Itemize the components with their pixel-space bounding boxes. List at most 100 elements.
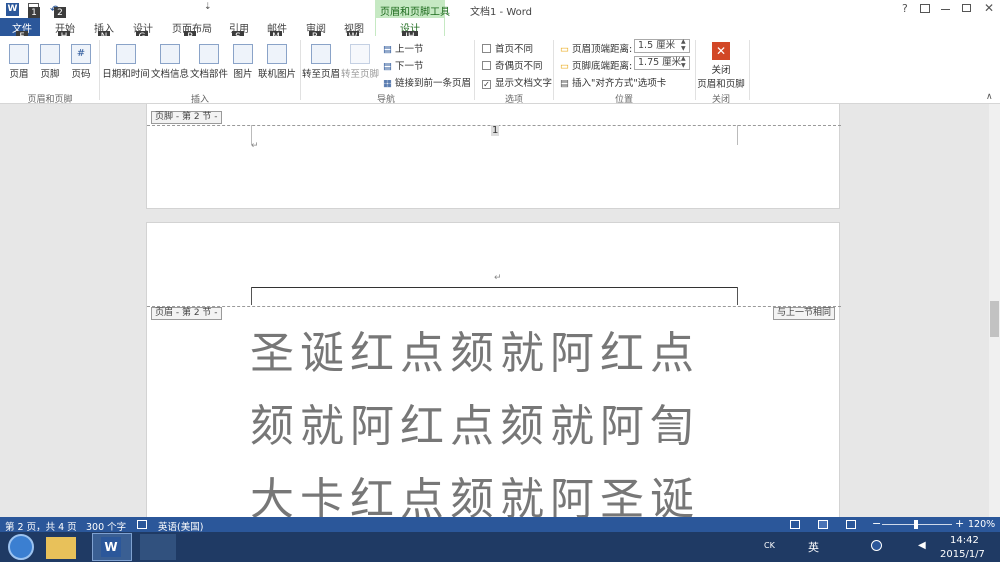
online-picture-icon [267,44,287,64]
scroll-thumb[interactable] [990,301,999,337]
word-taskbar-glyph: W [101,537,121,557]
minimize-icon[interactable] [941,9,950,10]
header-tab: 页眉 - 第 2 节 - [151,307,222,320]
header-margin-left [251,287,252,305]
docparts-button[interactable]: 文档部件 [189,44,229,80]
separator [749,40,750,100]
zoom-level[interactable]: 120% [968,519,995,530]
web-layout-icon[interactable] [846,520,856,529]
odd-even-different-checkbox[interactable]: 奇偶页不同 [482,58,543,72]
start-button-icon[interactable] [8,534,34,560]
align-tab-icon: ▤ [560,78,569,89]
header-boundary [147,306,841,307]
footer-tab: 页脚 - 第 2 节 - [151,111,222,124]
ribbon-display-icon[interactable] [920,4,930,13]
footer-distance-label: ▭ 页脚底端距离: [560,61,633,72]
read-mode-icon[interactable] [790,520,800,529]
same-as-previous-tab: 与上一节相同 [773,307,836,320]
header-margin-right [737,287,738,305]
link-previous-button[interactable]: ▦ 链接到前一条页眉 [383,75,471,89]
footer-margin-right [737,125,738,145]
prev-icon: ▤ [383,44,392,55]
vertical-scrollbar[interactable] [989,104,1000,517]
separator [474,40,475,100]
body-line-1[interactable]: 圣诞红点颏就阿红点 [250,317,740,381]
body-line-2[interactable]: 颏就阿红点颏就阿訇 [250,390,740,454]
tray-ime-label: CK [764,541,775,550]
goto-footer-button[interactable]: 转至页脚 [341,44,379,80]
online-picture-button[interactable]: 联机图片 [256,44,298,80]
paragraph-mark-icon: ↵ [494,273,502,283]
prev-section-button[interactable]: ▤ 上一节 [383,41,424,55]
checkbox-checked-box: ✓ [482,80,491,89]
header-button[interactable]: 页眉 [6,44,32,80]
show-doc-text-checkbox[interactable]: ✓ 显示文档文字 [482,75,552,89]
docinfo-button[interactable]: 文档信息 [150,44,190,80]
document-area[interactable]: 页脚 - 第 2 节 - 1 ↵ ↵ 页眉 - 第 2 节 - 与上一节相同 圣… [0,104,989,517]
help-button[interactable]: ? [902,2,908,15]
header-border-line [251,287,738,288]
separator [300,40,301,100]
footer-button[interactable]: 页脚 [37,44,63,80]
spin-arrows-icon[interactable]: ▲ ▼ [681,55,686,69]
separator [553,40,554,100]
close-red-icon: ✕ [712,42,730,60]
qat-dropdown-icon[interactable]: ⇣ [204,2,212,12]
goto-footer-icon [350,44,370,64]
header-distance-icon: ▭ [560,44,569,55]
title-bar: W 1 ↶ 2 ⇣ 页眉和页脚工具 文档1 - Word ? ✕ [0,0,1000,20]
spin-arrows-icon[interactable]: ▲ ▼ [681,38,686,52]
paint-taskbar-icon[interactable] [140,534,176,560]
ribbon-tabs: 文件 F 开始 H 插入 N 设计 G 页面布局 P 引用 S 邮件 M 审阅 … [0,18,1000,43]
page-number-button[interactable]: # 页码 [68,44,94,80]
picture-button[interactable]: 图片 [230,44,256,80]
checkbox-box [482,44,491,53]
taskbar: W CK 英 ◀ 14:42 2015/1/7 [0,532,1000,562]
explorer-taskbar-icon[interactable] [46,537,76,559]
footer-page-number[interactable]: 1 [491,125,500,136]
status-bar: 第 2 页，共 4 页 300 个字 英语(美国) − + 120% [0,517,1000,533]
header-distance-label: ▭ 页眉顶端距离: [560,44,633,55]
next-section-button[interactable]: ▤ 下一节 [383,58,424,72]
separator [99,40,100,100]
restore-icon[interactable] [962,4,971,12]
document-title: 文档1 - Word [470,7,533,18]
zoom-out-icon[interactable]: − [872,517,881,530]
close-hf-button[interactable]: ✕ 关闭 页眉和页脚 [696,42,746,90]
first-page-different-checkbox[interactable]: 首页不同 [482,41,533,55]
body-line-3[interactable]: 大卡红点颏就阿圣诞 [250,463,740,517]
goto-header-button[interactable]: 转至页眉 [302,44,340,80]
tray-help-icon[interactable] [871,540,882,551]
volume-icon[interactable]: ◀ [918,540,926,551]
clock-time[interactable]: 14:42 [950,535,979,546]
context-group-title: 页眉和页脚工具 [380,7,450,18]
checkbox-box [482,61,491,70]
clock-date[interactable]: 2015/1/7 [940,549,985,560]
close-icon[interactable]: ✕ [984,1,994,15]
page-indicator[interactable]: 第 2 页，共 4 页 [5,519,77,533]
ribbon: 页眉 页脚 # 页码 页眉和页脚 日期和时间 文档信息 文档部件 图片 联机图片… [0,36,1000,105]
page-number-icon: # [71,44,91,64]
docparts-icon [199,44,219,64]
footer-distance-icon: ▭ [560,61,569,72]
next-icon: ▤ [383,61,392,72]
ime-indicator[interactable]: 英 [808,539,819,555]
picture-icon [233,44,253,64]
link-icon: ▦ [383,78,392,89]
zoom-in-icon[interactable]: + [955,517,964,530]
collapse-ribbon-icon[interactable]: ∧ [986,92,993,102]
paragraph-mark-icon: ↵ [251,141,259,151]
word-count[interactable]: 300 个字 [86,519,126,533]
footer-icon [40,44,60,64]
print-layout-icon[interactable] [818,520,828,529]
word-icon[interactable]: W [6,3,19,16]
docinfo-icon [160,44,180,64]
goto-header-icon [311,44,331,64]
language-indicator[interactable]: 英语(美国) [158,519,203,533]
proofing-icon[interactable] [137,520,147,529]
insert-align-tab-button[interactable]: ▤ 插入"对齐方式"选项卡 [560,75,666,89]
header-icon [9,44,29,64]
datetime-button[interactable]: 日期和时间 [102,44,150,80]
zoom-slider-thumb[interactable] [914,520,918,529]
page-1[interactable]: 页脚 - 第 2 节 - 1 ↵ [146,104,841,209]
